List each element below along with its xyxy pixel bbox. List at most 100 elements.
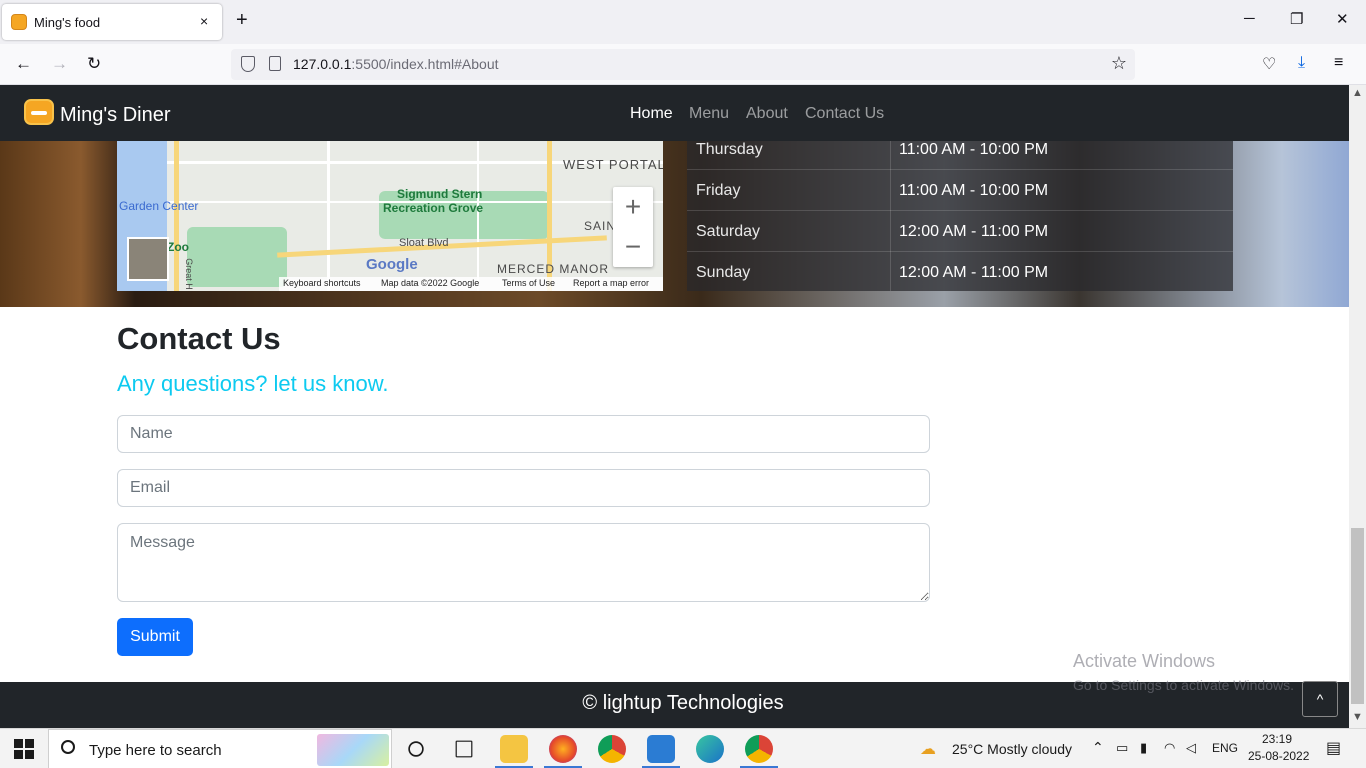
contact-title: Contact Us (117, 321, 281, 356)
close-tab-icon[interactable]: × (200, 13, 208, 29)
url-path: :5500/index.html#About (351, 56, 499, 72)
url-bar[interactable]: 127.0.0.1:5500/index.html#About ☆ (231, 49, 1135, 80)
browser-toolbar: ← → ↻ 127.0.0.1:5500/index.html#About ☆ … (0, 44, 1366, 85)
search-placeholder: Type here to search (89, 742, 222, 759)
firefox-icon[interactable] (549, 735, 577, 763)
message-textarea[interactable] (117, 523, 930, 602)
hours-day: Saturday (696, 223, 761, 240)
map-street (327, 141, 330, 291)
brand-logo-icon[interactable] (24, 99, 54, 125)
scroll-thumb[interactable] (1351, 528, 1364, 704)
file-explorer-icon[interactable] (500, 735, 528, 763)
hours-day: Sunday (696, 264, 751, 281)
map-label: MERCED MANOR (497, 262, 610, 276)
taskbar: Type here to search ☁ 25°C Mostly cloudy… (0, 728, 1366, 768)
hours-time: 12:00 AM - 11:00 PM (899, 223, 1049, 240)
clock-time[interactable]: 23:19 (1262, 732, 1292, 746)
language-indicator[interactable]: ENG (1212, 741, 1238, 755)
email-input[interactable] (117, 469, 930, 507)
weather-icon[interactable]: ☁ (920, 739, 936, 759)
shield-icon[interactable] (241, 56, 255, 72)
map-label: Sloat Blvd (399, 237, 449, 249)
back-icon[interactable]: ← (15, 54, 32, 74)
url-host: 127.0.0.1 (293, 56, 352, 72)
chrome-icon[interactable] (598, 735, 626, 763)
street-view-thumbnail[interactable] (127, 237, 169, 281)
weather-text[interactable]: 25°C Mostly cloudy (952, 741, 1072, 757)
taskbar-search[interactable]: Type here to search (48, 729, 392, 768)
contact-subtitle: Any questions? let us know. (117, 371, 389, 396)
browser-tab[interactable]: Ming's food × (2, 4, 222, 40)
map-footer-link: Map data ©2022 Google (381, 278, 480, 288)
map-park-zoo (187, 227, 287, 287)
page-scrollbar[interactable]: ▲ ▼ (1349, 85, 1366, 728)
chrome-icon[interactable] (745, 735, 773, 763)
hero-section: WEST PORTAL Sigmund Stern Recreation Gro… (0, 141, 1349, 307)
zoom-in-button[interactable]: + (613, 187, 653, 227)
map-label: Sigmund Stern (397, 187, 483, 201)
nav-home[interactable]: Home (630, 105, 673, 123)
hours-time: 11:00 AM - 10:00 PM (899, 141, 1049, 158)
minimize-icon[interactable]: ─ (1244, 10, 1255, 27)
new-tab-icon[interactable]: + (236, 10, 248, 30)
nav-contact[interactable]: Contact Us (805, 105, 884, 123)
hours-time: 11:00 AM - 10:00 PM (899, 182, 1049, 199)
map-footer-link[interactable]: Terms of Use (502, 278, 555, 288)
tray-device-icon[interactable]: ▭ (1116, 740, 1128, 756)
map-road (174, 141, 179, 291)
windows-start-icon[interactable] (14, 739, 34, 759)
favicon-icon (11, 14, 27, 30)
menu-icon[interactable]: ≡ (1334, 54, 1343, 72)
battery-icon[interactable]: ▮ (1140, 740, 1147, 756)
page-icon[interactable] (269, 56, 281, 71)
download-icon[interactable]: ⤓ (1298, 54, 1305, 72)
activate-windows-title: Activate Windows (1073, 651, 1216, 671)
hours-time: 12:00 AM - 11:00 PM (899, 264, 1049, 281)
map-label: Recreation Grove (383, 201, 484, 215)
map-footer-link[interactable]: Keyboard shortcuts (283, 278, 361, 288)
google-map[interactable]: WEST PORTAL Sigmund Stern Recreation Gro… (117, 141, 663, 291)
footer-copyright: © lightup Technologies (582, 692, 784, 714)
clock-date[interactable]: 25-08-2022 (1248, 749, 1309, 763)
brand-name[interactable]: Ming's Diner (60, 104, 171, 127)
map-zoom-control: + − (613, 187, 653, 267)
close-window-icon[interactable]: ✕ (1336, 10, 1349, 28)
cortana-icon[interactable] (408, 741, 424, 757)
back-to-top-button[interactable]: ^ (1302, 681, 1338, 717)
opening-hours-table: Thursday 11:00 AM - 10:00 PM Friday 11:0… (687, 141, 1233, 291)
activate-windows-subtitle: Go to Settings to activate Windows. (1073, 677, 1294, 693)
vscode-icon[interactable] (647, 735, 675, 763)
submit-button[interactable]: Submit (117, 618, 193, 656)
map-street (477, 141, 479, 291)
tray-chevron-icon[interactable]: ⌃ (1092, 739, 1104, 756)
site-navbar: Ming's Diner Home Menu About Contact Us (0, 85, 1349, 141)
hours-day: Friday (696, 182, 741, 199)
map-footer: Keyboard shortcuts Map data ©2022 Google… (279, 277, 663, 291)
table-row: Friday 11:00 AM - 10:00 PM (687, 170, 1233, 211)
google-logo: Google (366, 256, 418, 273)
map-label: SAIN (584, 219, 617, 233)
name-input[interactable] (117, 415, 930, 453)
map-label: WEST PORTAL (563, 157, 663, 172)
restore-icon[interactable]: ❐ (1290, 10, 1303, 28)
bookmark-star-icon[interactable]: ☆ (1111, 53, 1127, 74)
map-label: Great H (183, 258, 194, 290)
tab-title: Ming's food (34, 15, 101, 30)
forward-icon[interactable]: → (51, 54, 68, 74)
pocket-icon[interactable]: ♡ (1262, 54, 1276, 74)
scroll-up-icon[interactable]: ▲ (1352, 87, 1363, 99)
notification-icon[interactable]: ▤ (1326, 738, 1341, 758)
nav-menu[interactable]: Menu (689, 105, 729, 123)
edge-icon[interactable] (696, 735, 724, 763)
scroll-down-icon[interactable]: ▼ (1352, 711, 1363, 723)
url-text[interactable]: 127.0.0.1:5500/index.html#About (293, 56, 499, 72)
volume-icon[interactable]: ◁ (1186, 740, 1196, 756)
reload-icon[interactable]: ↻ (87, 54, 101, 74)
zoom-out-button[interactable]: − (613, 227, 653, 267)
wifi-icon[interactable]: ◠ (1164, 740, 1175, 756)
map-label: Garden Center (119, 199, 199, 213)
nav-about[interactable]: About (746, 105, 788, 123)
task-view-icon[interactable] (455, 740, 473, 758)
map-footer-link[interactable]: Report a map error (573, 278, 649, 288)
table-row: Saturday 12:00 AM - 11:00 PM (687, 211, 1233, 252)
